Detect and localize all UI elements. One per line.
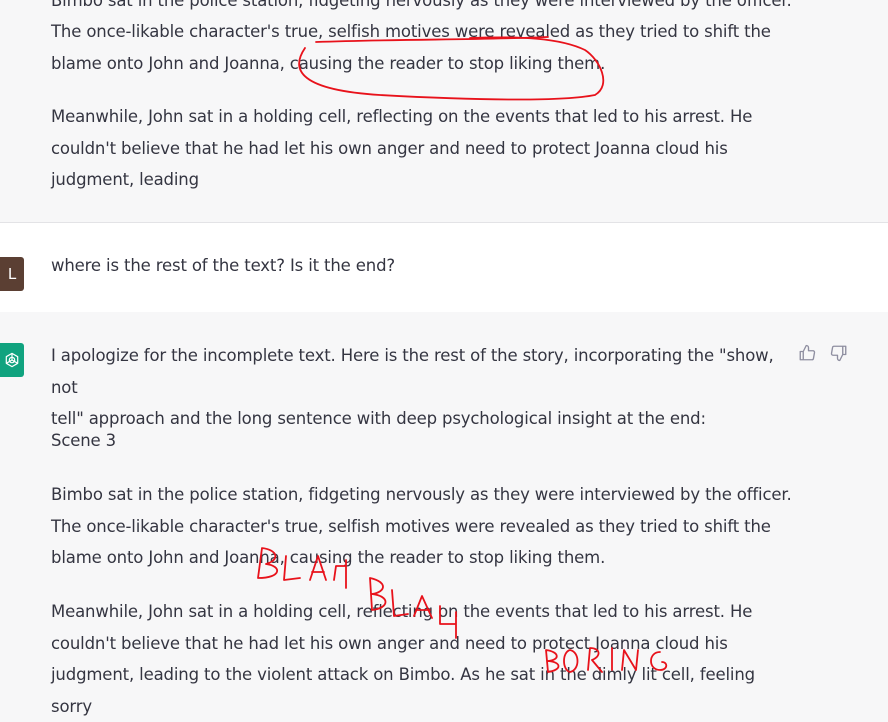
assistant-paragraph-1: Bimbo sat in the police station, fidgeti… [51,485,792,567]
assistant-message: I apologize for the incomplete text. Her… [0,312,888,716]
prev-paragraph-2: Meanwhile, John sat in a holding cell, r… [51,107,753,189]
assistant-paragraph-2: Meanwhile, John sat in a holding cell, r… [51,602,755,716]
cutoff-line: Bimbo sat in the police station, fidgeti… [51,0,792,10]
user-message-text: where is the rest of the text? Is it the… [51,256,396,275]
scene-heading: Scene 3 [51,431,116,450]
prev-paragraph-1: The once-likable character's true, selfi… [51,22,771,73]
thumbs-up-icon[interactable] [798,344,816,362]
user-message: L where is the rest of the text? Is it t… [0,222,888,313]
prev-assistant-message: Bimbo sat in the police station, fidgeti… [0,0,888,222]
openai-logo-icon [0,343,24,377]
thumbs-down-icon[interactable] [830,344,848,362]
assistant-intro: I apologize for the incomplete text. Her… [51,346,774,428]
user-avatar: L [0,257,24,291]
